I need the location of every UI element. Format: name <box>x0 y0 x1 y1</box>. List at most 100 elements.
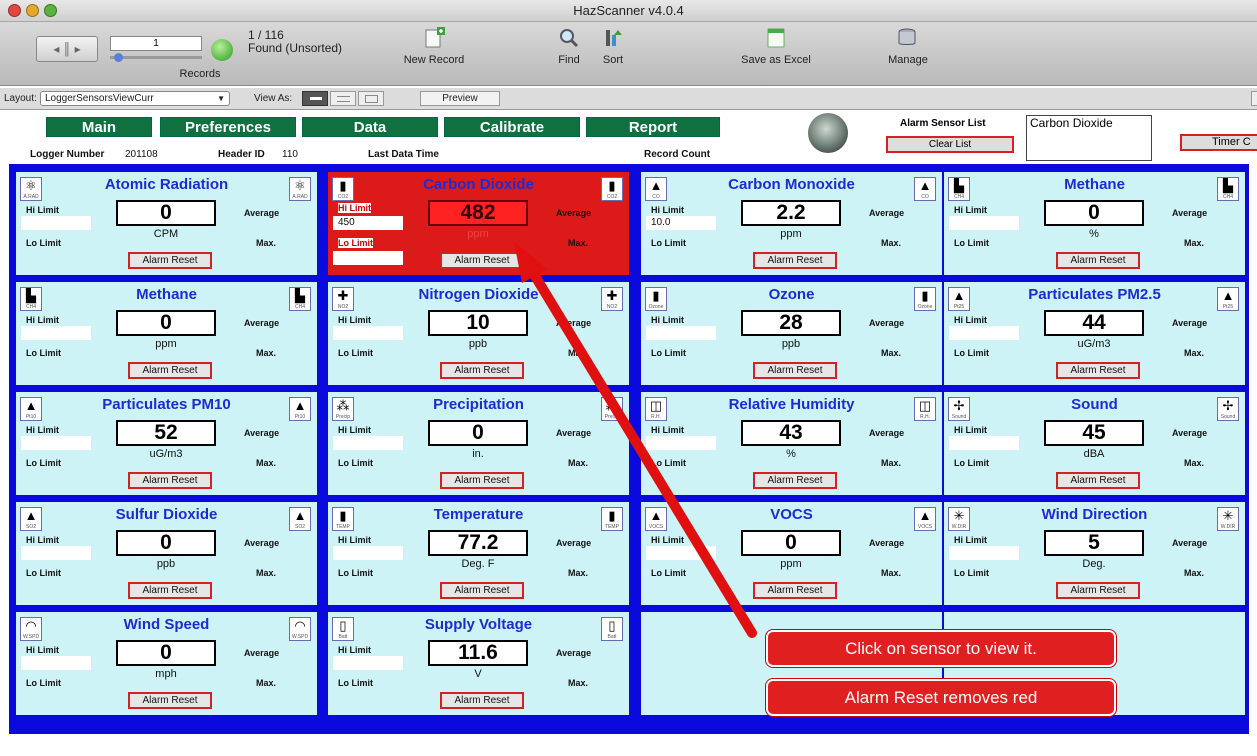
sensor-unit: CPM <box>153 228 179 240</box>
nav-data-button[interactable]: Data <box>302 117 438 137</box>
factory-icon: ▙ CH4 <box>289 287 311 311</box>
new-record-button[interactable]: New Record <box>398 26 470 66</box>
save-as-excel-button[interactable]: Save as Excel <box>730 26 822 66</box>
alarm-reset-button[interactable]: Alarm Reset <box>440 582 524 599</box>
sensor-unit: % <box>786 448 796 460</box>
sensor-card[interactable]: ⚛ A.RAD ⚛ A.RAD Atomic Radiation Hi Limit Lo L… <box>16 172 317 275</box>
timer-button[interactable]: Timer C <box>1180 134 1257 151</box>
sensor-card[interactable]: ▮ Ozone ▮ Ozone Ozone Hi Limit Lo Limit Average… <box>641 282 942 385</box>
preview-button[interactable]: Preview <box>420 91 500 106</box>
hi-limit-value[interactable] <box>646 436 716 450</box>
alarm-reset-button[interactable]: Alarm Reset <box>128 692 212 709</box>
alarm-reset-button[interactable]: Alarm Reset <box>753 472 837 489</box>
sensor-card[interactable]: ▲ Pt25 ▲ Pt25 Particulates PM2.5 Hi Limit Lo L… <box>944 282 1245 385</box>
hi-limit-label: Hi Limit <box>338 203 371 213</box>
hi-limit-value[interactable] <box>21 216 91 230</box>
average-label: Average <box>244 648 280 658</box>
layout-bar-edge-button[interactable] <box>1251 91 1257 106</box>
alarm-reset-button[interactable]: Alarm Reset <box>753 362 837 379</box>
sensor-card[interactable]: ▲ Pt10 ▲ Pt10 Particulates PM10 Hi Limit Lo Li… <box>16 392 317 495</box>
sensor-card[interactable]: ▮ CO2 ▮ CO2 Carbon Dioxide Hi Limit 450 Lo Limi… <box>328 172 629 275</box>
hi-limit-value[interactable] <box>21 326 91 340</box>
sort-button[interactable]: Sort <box>596 26 630 66</box>
alarm-reset-button[interactable]: Alarm Reset <box>1056 472 1140 489</box>
hi-limit-value[interactable] <box>949 216 1019 230</box>
minimize-window-button[interactable] <box>26 4 39 17</box>
layout-bar: Layout: LoggerSensorsViewCurr ▼ View As:… <box>0 88 1257 110</box>
alarm-reset-button[interactable]: Alarm Reset <box>440 252 524 269</box>
record-number-field[interactable]: 1 <box>110 36 202 51</box>
last-data-time-label: Last Data Time <box>368 149 439 160</box>
hi-limit-value[interactable] <box>949 546 1019 560</box>
icon-tag: CO2 <box>606 194 618 200</box>
hi-limit-value[interactable] <box>21 656 91 670</box>
hi-limit-label: Hi Limit <box>954 425 987 435</box>
sensor-card[interactable]: ✢ Sound ✢ Sound Sound Hi Limit Lo Limit Average… <box>944 392 1245 495</box>
icon-glyph: ▲ <box>1221 288 1235 303</box>
manage-button[interactable]: Manage <box>878 26 938 66</box>
sensor-card[interactable]: ▲ CO ▲ CO Carbon Monoxide Hi Limit 10.0 Lo Limi… <box>641 172 942 275</box>
nav-main-button[interactable]: Main <box>46 117 152 137</box>
hi-limit-value[interactable] <box>333 546 403 560</box>
alarm-reset-button[interactable]: Alarm Reset <box>1056 252 1140 269</box>
sensor-card[interactable]: ◠ W.SPD ◠ W.SPD Wind Speed Hi Limit Lo Limit Av… <box>16 612 317 715</box>
alarm-reset-button[interactable]: Alarm Reset <box>440 472 524 489</box>
sensor-card[interactable]: ▙ CH4 ▙ CH4 Methane Hi Limit Lo Limit Average Ma… <box>944 172 1245 275</box>
alarm-reset-button[interactable]: Alarm Reset <box>128 472 212 489</box>
alarm-sensor-list-box[interactable]: Carbon Dioxide <box>1026 115 1152 161</box>
hi-limit-value[interactable] <box>949 436 1019 450</box>
alarm-reset-button[interactable]: Alarm Reset <box>440 362 524 379</box>
sensor-title: Atomic Radiation <box>104 176 229 193</box>
hi-limit-value[interactable]: 450 <box>333 216 403 230</box>
zoom-window-button[interactable] <box>44 4 57 17</box>
view-as-list-button[interactable] <box>330 91 356 106</box>
alarm-reset-button[interactable]: Alarm Reset <box>753 252 837 269</box>
alarm-reset-button[interactable]: Alarm Reset <box>440 692 524 709</box>
view-as-form-button[interactable] <box>302 91 328 106</box>
hi-limit-value[interactable] <box>646 546 716 560</box>
hi-limit-value[interactable]: 10.0 <box>646 216 716 230</box>
view-as-table-button[interactable] <box>358 91 384 106</box>
sensor-card[interactable]: ▮ TEMP ▮ TEMP Temperature Hi Limit Lo Limit Ave… <box>328 502 629 605</box>
icon-glyph: ▲ <box>24 398 38 413</box>
close-window-button[interactable] <box>8 4 21 17</box>
molecule-icon: ✚ NO2 <box>332 287 354 311</box>
sensor-card[interactable]: ⁂ Precip ⁂ Precip Precipitation Hi Limit Lo Li… <box>328 392 629 495</box>
alarm-reset-button[interactable]: Alarm Reset <box>128 362 212 379</box>
hi-limit-value[interactable] <box>21 436 91 450</box>
sensor-unit: V <box>474 668 482 680</box>
sensor-value: 0 <box>1044 200 1144 226</box>
sensor-card[interactable]: ✳ W.DIR ✳ W.DIR Wind Direction Hi Limit Lo Lim… <box>944 502 1245 605</box>
alarm-reset-button[interactable]: Alarm Reset <box>753 582 837 599</box>
find-label: Find <box>558 54 580 66</box>
icon-tag: SO2 <box>25 524 36 530</box>
alarm-reset-button[interactable]: Alarm Reset <box>1056 362 1140 379</box>
sensor-card[interactable]: ▯ Batt ▯ Batt Supply Voltage Hi Limit Lo Limit… <box>328 612 629 715</box>
alarm-reset-button[interactable]: Alarm Reset <box>1056 582 1140 599</box>
record-slider[interactable] <box>110 53 202 62</box>
lo-limit-value[interactable] <box>333 251 403 265</box>
nav-preferences-button[interactable]: Preferences <box>160 117 296 137</box>
hi-limit-value[interactable] <box>333 436 403 450</box>
hi-limit-value[interactable] <box>21 546 91 560</box>
hi-limit-value[interactable] <box>646 326 716 340</box>
hi-limit-value[interactable] <box>333 326 403 340</box>
clear-list-button[interactable]: Clear List <box>886 136 1014 153</box>
hi-limit-value[interactable] <box>333 656 403 670</box>
sensor-card[interactable]: ✚ NO2 ✚ NO2 Nitrogen Dioxide Hi Limit Lo Limit… <box>328 282 629 385</box>
sensor-card[interactable]: ▲ VOCS ▲ VOCS VOCS Hi Limit Lo Limit Average Max… <box>641 502 942 605</box>
sensor-card[interactable]: ▲ SO2 ▲ SO2 Sulfur Dioxide Hi Limit Lo Limit Av… <box>16 502 317 605</box>
alarm-list-item: Carbon Dioxide <box>1030 116 1113 130</box>
nav-report-button[interactable]: Report <box>586 117 720 137</box>
alarm-reset-button[interactable]: Alarm Reset <box>128 252 212 269</box>
sensor-title: Nitrogen Dioxide <box>418 286 539 303</box>
hi-limit-value[interactable] <box>949 326 1019 340</box>
layout-select[interactable]: LoggerSensorsViewCurr ▼ <box>40 91 230 106</box>
sensor-card[interactable]: ▙ CH4 ▙ CH4 Methane Hi Limit Lo Limit Average Ma… <box>16 282 317 385</box>
sensor-card[interactable]: ◫ R.H. ◫ R.H. Relative Humidity Hi Limit Lo Li… <box>641 392 942 495</box>
nav-calibrate-button[interactable]: Calibrate <box>444 117 580 137</box>
record-navigator[interactable]: ◂ ║ ▸ <box>36 36 98 62</box>
find-button[interactable]: Find <box>552 26 586 66</box>
alarm-reset-button[interactable]: Alarm Reset <box>128 582 212 599</box>
icon-tag: W.DIR <box>1220 524 1236 530</box>
